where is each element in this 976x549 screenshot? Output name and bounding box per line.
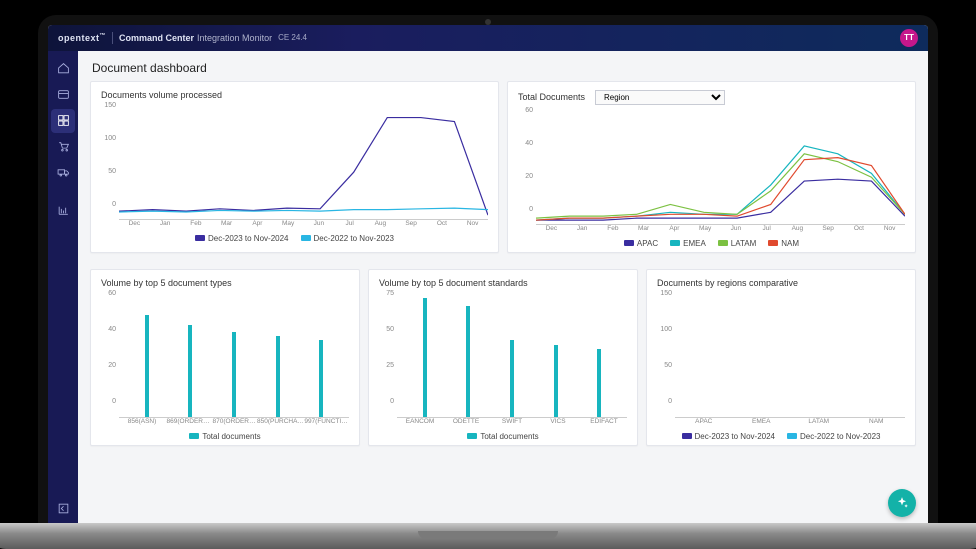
bar-chart-types: 6040200 856(ASN)869(ORDER…870(ORDER…850(… — [101, 290, 349, 418]
chart-icon[interactable] — [51, 199, 75, 223]
card-doc-standards: Volume by top 5 document standards 75502… — [368, 269, 638, 446]
dashboard-icon[interactable] — [51, 109, 75, 133]
home-icon[interactable] — [51, 57, 75, 81]
page-title: Document dashboard — [92, 61, 916, 75]
user-avatar[interactable]: TT — [900, 29, 918, 47]
card-total-documents: Total Documents Region 6040200 DecJanFeb… — [507, 81, 916, 253]
line-chart-volume: 150100500 DecJanFebMarAprMayJunJulAugSep… — [101, 102, 488, 220]
app-subname: Integration Monitor — [197, 33, 272, 43]
sidebar-nav — [48, 51, 78, 529]
bar-chart-standards: 7550250 EANCOMODETTESWIFTVICSEDIFACT — [379, 290, 627, 418]
card-doc-types: Volume by top 5 document types 6040200 8… — [90, 269, 360, 446]
region-selector[interactable]: Region — [595, 90, 725, 105]
cart-icon[interactable] — [51, 135, 75, 159]
bar-chart-regions: 150100500 APACEMEALATAMNAM — [657, 290, 905, 418]
card-volume-processed: Documents volume processed 150100500 Dec… — [90, 81, 499, 253]
card-regions-comparative: Documents by regions comparative 1501005… — [646, 269, 916, 446]
app-version: CE 24.4 — [278, 33, 307, 42]
assistant-fab[interactable] — [888, 489, 916, 517]
card-title: Total Documents — [518, 92, 585, 102]
app-name: Command Center — [119, 33, 194, 43]
brand-logo: opentext™ — [58, 33, 106, 43]
top-bar: opentext™ Command Center Integration Mon… — [48, 25, 928, 51]
line-chart-total: 6040200 DecJanFebMarAprMayJunJulAugSepOc… — [518, 107, 905, 225]
truck-icon[interactable] — [51, 161, 75, 185]
card-title: Documents volume processed — [101, 90, 222, 100]
collapse-icon[interactable] — [51, 497, 75, 521]
inbox-icon[interactable] — [51, 83, 75, 107]
divider — [112, 32, 113, 44]
